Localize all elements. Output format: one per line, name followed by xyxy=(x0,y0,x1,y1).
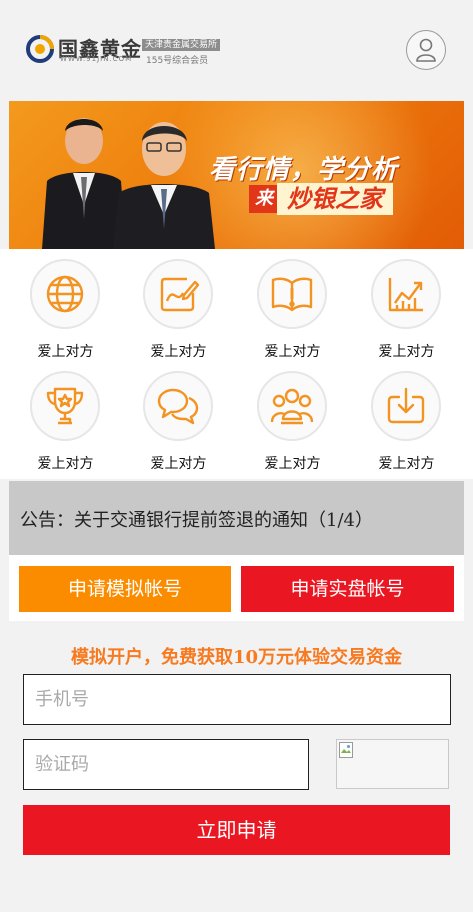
feature-label: 爱上对方 xyxy=(37,456,94,472)
logo-tag-member: 155号综合会员 xyxy=(146,56,209,66)
phone-input[interactable] xyxy=(23,674,451,725)
feature-label: 爱上对方 xyxy=(264,456,321,472)
header: 国鑫黄金 WWW.91JIN.COM 天津贵金属交易所 155号综合会员 xyxy=(0,0,473,100)
feature-label: 爱上对方 xyxy=(150,456,207,472)
apply-real-account-button[interactable]: 申请实盘帐号 xyxy=(241,566,454,612)
trophy-icon xyxy=(46,387,84,425)
submit-button[interactable]: 立即申请 xyxy=(23,805,450,855)
feature-item[interactable]: 爱上对方 xyxy=(236,361,349,473)
broken-image-icon xyxy=(339,742,353,758)
signup-form: 模拟开户，免费获取10万元体验交易资金 立即申请 xyxy=(0,621,473,912)
edit-chart-icon xyxy=(160,277,199,312)
banner-slogan: 炒银之家 xyxy=(277,183,393,215)
globe-icon xyxy=(46,275,84,313)
user-icon xyxy=(416,38,436,62)
feature-item[interactable]: 爱上对方 xyxy=(350,249,463,361)
book-icon xyxy=(271,277,313,312)
feature-item[interactable]: 爱上对方 xyxy=(122,361,235,473)
apply-demo-account-button[interactable]: 申请模拟帐号 xyxy=(19,566,231,612)
group-icon xyxy=(270,388,314,425)
feature-label: 爱上对方 xyxy=(150,344,207,360)
feature-item[interactable]: 爱上对方 xyxy=(9,249,122,361)
feature-label: 爱上对方 xyxy=(264,344,321,360)
form-promo-text: 模拟开户，免费获取10万元体验交易资金 xyxy=(70,647,403,668)
notice-text: 公告：关于交通银行提前签退的通知（1/4） xyxy=(20,510,373,531)
feature-grid: 爱上对方 爱上对方 爱上对方 爱上对方 爱上对方 爱上对方 爱上对方 爱上对方 xyxy=(0,249,473,479)
feature-item[interactable]: 爱上对方 xyxy=(9,361,122,473)
logo-url: WWW.91JIN.COM xyxy=(60,55,133,63)
banner-headline: 看行情，学分析 xyxy=(209,155,399,185)
promo-banner[interactable]: 看行情，学分析 来 炒银之家 xyxy=(9,101,464,249)
captcha-image[interactable] xyxy=(336,739,449,789)
feature-label: 爱上对方 xyxy=(37,344,94,360)
logo-icon xyxy=(26,35,54,63)
trend-chart-icon xyxy=(388,278,423,312)
apply-row: 申请模拟帐号 申请实盘帐号 xyxy=(9,555,464,621)
feature-item[interactable]: 爱上对方 xyxy=(236,249,349,361)
banner-badge: 来 xyxy=(249,185,279,213)
feature-label: 爱上对方 xyxy=(378,344,435,360)
feature-item[interactable]: 爱上对方 xyxy=(350,361,463,473)
notice-bar[interactable]: 公告：关于交通银行提前签退的通知（1/4） xyxy=(9,481,464,555)
logo-tag-exchange: 天津贵金属交易所 xyxy=(142,39,221,51)
user-button[interactable] xyxy=(406,30,446,70)
chat-icon xyxy=(157,388,199,425)
verification-code-input[interactable] xyxy=(23,739,309,790)
feature-item[interactable]: 爱上对方 xyxy=(122,249,235,361)
presenter-right-image xyxy=(113,122,215,249)
download-icon xyxy=(387,387,425,424)
feature-label: 爱上对方 xyxy=(378,456,435,472)
